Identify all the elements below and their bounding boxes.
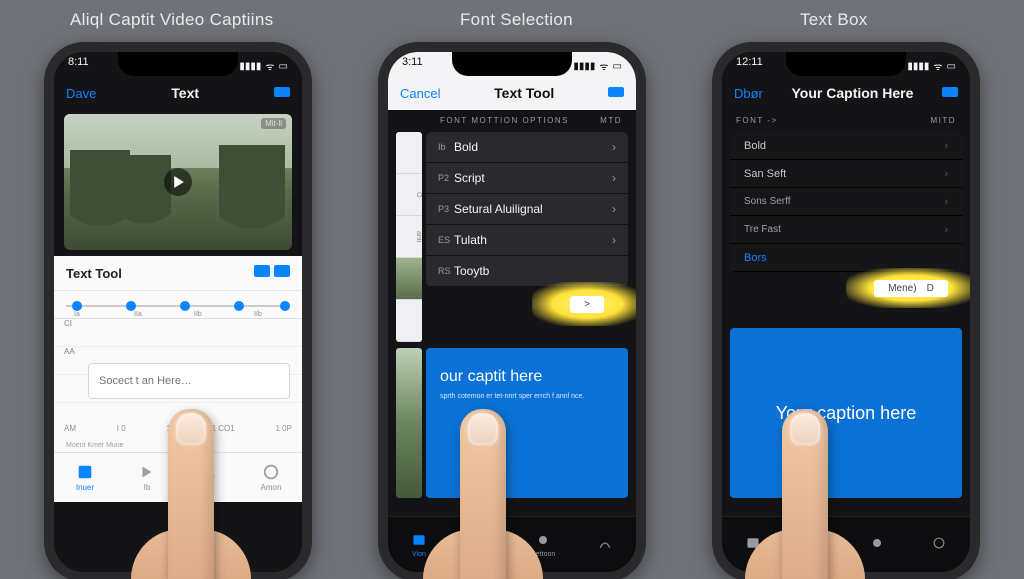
caption-text: Your caption here [776, 403, 916, 424]
panel-meta: MTD [600, 116, 622, 125]
signal-icon: ▮▮▮▮ [239, 61, 261, 72]
panel-header: FONT -> MITD [722, 110, 970, 130]
font-row-3[interactable]: P3Setural Aluilignal› [426, 194, 628, 224]
tab-4[interactable] [908, 517, 970, 572]
panel-meta: MITD [930, 116, 956, 125]
font-option-list: IbBold› P2Script› P3Setural Aluilignal› … [426, 132, 628, 287]
heading-p1: Aliql Captit Video Captiins [70, 10, 273, 30]
notch [786, 50, 906, 76]
tab-2[interactable] [784, 517, 846, 572]
panel-title: FONT MOTTION OPTIONS [440, 116, 569, 125]
timeline[interactable]: CI AA Socect t an Here… AM I 0 1 1 CO1 1… [54, 318, 302, 438]
font-row-3[interactable]: Sons Serff› [730, 188, 962, 216]
phone-text-box: 12:11 ▮▮▮▮ ᯤ ▭ Dbør Your Caption Here FO… [712, 42, 980, 579]
bottom-strip-label: Moent Kmer Mune [54, 438, 302, 452]
tool-strip-label: Text Tool [66, 266, 122, 281]
nav-action-icon[interactable] [608, 85, 624, 102]
tab-3[interactable]: Rettoon [512, 517, 574, 572]
caption-input[interactable]: Socect t an Here… [88, 363, 290, 399]
tab-3[interactable] [178, 453, 240, 502]
signal-icon: ▮▮▮▮ [907, 61, 929, 72]
chevron-right-icon: › [612, 171, 616, 185]
panel-title: FONT -> [736, 116, 778, 125]
nav-back[interactable]: Dbør [734, 86, 763, 101]
nav-back[interactable]: Dave [66, 86, 96, 101]
font-row-bold[interactable]: Bold› [730, 132, 962, 160]
chevron-right-icon: › [612, 202, 616, 216]
chevron-right-icon: › [612, 233, 616, 247]
caption-subtitle: sprth cotemon er tet-nnrt sper errch f a… [440, 392, 614, 401]
heading-p2: Font Selection [460, 10, 573, 30]
tab-3[interactable] [846, 517, 908, 572]
tab-bar: Vion Rettoon [388, 516, 636, 572]
hl-sub: D [927, 283, 934, 294]
tab-4[interactable] [574, 517, 636, 572]
tab-1[interactable]: Vion [388, 517, 450, 572]
status-time: 8:11 [68, 56, 89, 76]
tool-strip-icons[interactable] [250, 264, 290, 282]
chevron-right-icon: › [944, 140, 948, 152]
side-tab-strip[interactable]: O anti [396, 132, 422, 342]
thumb-icon[interactable] [396, 258, 422, 300]
battery-icon: ▭ [947, 61, 956, 72]
tab-1[interactable] [722, 517, 784, 572]
timeline-ruler[interactable]: Ia IIa IIb IIb [54, 290, 302, 318]
nav-action-icon[interactable] [274, 85, 290, 102]
nav-bar: Cancel Text Tool [388, 76, 636, 110]
nav-title: Text Tool [494, 85, 554, 101]
tab-bar: Inuer Ib Amon [54, 452, 302, 502]
hl-label: Mene) [888, 283, 916, 294]
nav-bar: Dbør Your Caption Here [722, 76, 970, 110]
font-row-2[interactable]: San Seft› [730, 160, 962, 188]
watermark: Mit-ll [261, 118, 286, 129]
wifi-icon: ᯤ [933, 59, 942, 73]
tab-1[interactable]: Inuer [54, 453, 116, 502]
chevron-right-icon: › [944, 224, 948, 236]
phone-font-selection: 3:11 ▮▮▮▮ ᯤ ▭ Cancel Text Tool O anti [378, 42, 646, 579]
phone-editor: 8:11 ▮▮▮▮ ᯤ ▭ Dave Text Mit-ll [44, 42, 312, 579]
status-time: 12:11 [736, 56, 763, 76]
notch [452, 50, 572, 76]
status-time: 3:11 [402, 56, 423, 76]
nav-action-icon[interactable] [942, 85, 958, 102]
panel-header: FONT MOTTION OPTIONS MTD [426, 110, 636, 130]
cancel-button[interactable]: Cancel [400, 86, 440, 101]
thumb-strip[interactable] [396, 348, 422, 498]
nav-title: Text [171, 85, 199, 101]
font-list: Bold› San Seft› Sons Serff› Tre Fast› Bo… [730, 132, 962, 272]
tool-strip: Text Tool [54, 256, 302, 290]
caption-title: our captit here [440, 368, 614, 386]
tab-2[interactable] [450, 517, 512, 572]
battery-icon: ▭ [613, 61, 622, 72]
font-row-4[interactable]: Tre Fast› [730, 216, 962, 244]
battery-icon: ▭ [279, 61, 288, 72]
tab-bar [722, 516, 970, 572]
wifi-icon: ᯤ [599, 59, 608, 73]
font-row-4[interactable]: ESTulath› [426, 225, 628, 255]
chevron-right-icon: › [944, 196, 948, 208]
chevron-right-icon: › [944, 168, 948, 180]
highlight-next[interactable]: > [532, 282, 642, 326]
signal-icon: ▮▮▮▮ [573, 61, 595, 72]
heading-p3: Text Box [800, 10, 868, 30]
chevron-right-icon: › [612, 140, 616, 154]
chevron-right-icon: > [570, 296, 604, 313]
font-row-script[interactable]: P2Script› [426, 163, 628, 193]
tab-2[interactable]: Ib [116, 453, 178, 502]
caption-preview[interactable]: our captit here sprth cotemon er tet-nnr… [426, 348, 628, 498]
caption-preview[interactable]: Your caption here [730, 328, 962, 498]
tab-4[interactable]: Amon [240, 453, 302, 502]
font-row-bold[interactable]: IbBold› [426, 132, 628, 162]
wifi-icon: ᯤ [265, 59, 274, 73]
nav-title: Your Caption Here [792, 85, 914, 101]
play-icon[interactable] [164, 168, 192, 196]
highlight-mene[interactable]: Mene) D [846, 268, 976, 308]
notch [118, 50, 238, 76]
video-preview[interactable]: Mit-ll [64, 114, 292, 250]
nav-bar: Dave Text [54, 76, 302, 110]
